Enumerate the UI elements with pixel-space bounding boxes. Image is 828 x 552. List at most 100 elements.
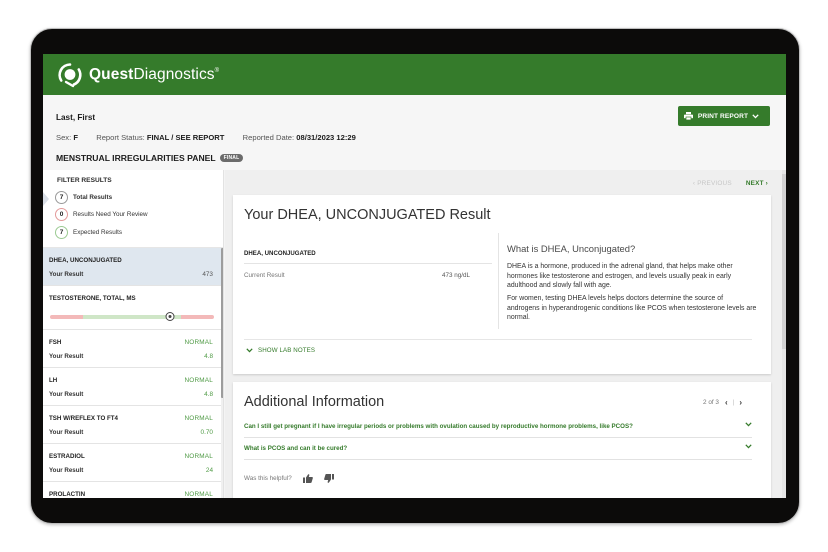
chevron-down-icon	[752, 113, 759, 119]
count-badge: 7	[55, 191, 68, 204]
range-marker	[165, 312, 175, 321]
current-result-value: 473 ng/dL	[442, 272, 471, 279]
result-value: 24	[205, 467, 213, 474]
divider	[244, 263, 492, 264]
test-name: DHEA, UNCONJUGATED	[244, 250, 316, 257]
result-name: LH	[49, 377, 58, 384]
divider	[244, 339, 752, 340]
next-label: NEXT	[745, 180, 764, 187]
result-value: 4.8	[204, 353, 213, 360]
filter-heading: FILTER RESULTS	[57, 177, 112, 184]
result-item-dhea[interactable]: DHEA, UNCONJUGATED Your Result 473	[43, 248, 221, 286]
result-label: Your Result	[49, 391, 84, 398]
filter-label: Expected Results	[73, 229, 123, 236]
logo-diagnostics: Diagnostics	[133, 66, 215, 83]
result-item-tsh[interactable]: TSH W/REFLEX TO FT4 NORMAL Your Result 0…	[43, 406, 221, 444]
what-is-title: What is DHEA, Unconjugated?	[507, 243, 636, 254]
show-lab-notes-toggle[interactable]: SHOW LAB NOTES	[246, 347, 315, 354]
patient-header: Last, First Sex: F Report Status: FINAL …	[43, 95, 786, 170]
result-navigation: ‹ PREVIOUS NEXT ›	[693, 180, 768, 187]
result-label: Your Result	[49, 429, 84, 436]
info-pager: 2 of 3 ‹ | ›	[703, 398, 742, 407]
what-is-paragraph: For women, testing DHEA levels helps doc…	[507, 295, 757, 322]
result-value: 4.8	[204, 391, 213, 398]
panel-title: MENSTRUAL IRREGULARITIES PANEL FINAL	[56, 153, 244, 163]
result-card-title: Your DHEA, UNCONJUGATED Result	[244, 207, 491, 223]
result-value: 473	[202, 271, 213, 278]
filter-total-results[interactable]: 7 Total Results	[55, 191, 112, 204]
result-item-fsh[interactable]: FSH NORMAL Your Result 4.8	[43, 330, 221, 368]
sex-value: F	[73, 133, 78, 142]
result-status: NORMAL	[184, 415, 213, 422]
result-status: NORMAL	[184, 491, 213, 498]
result-name: PROLACTIN	[49, 491, 86, 498]
chevron-down-icon	[745, 422, 752, 427]
result-name: TESTOSTERONE, TOTAL, MS	[49, 295, 136, 302]
additional-info-card: Additional Information 2 of 3 ‹ | › Can …	[233, 382, 771, 498]
result-item-testosterone[interactable]: TESTOSTERONE, TOTAL, MS	[43, 286, 221, 330]
sidebar-scrollbar[interactable]	[221, 248, 223, 498]
panel-title-text: MENSTRUAL IRREGULARITIES PANEL	[56, 153, 216, 163]
pager-separator: |	[732, 399, 735, 406]
pager-count: 2 of 3	[702, 399, 719, 406]
thumbs-up-icon	[302, 474, 313, 483]
sidebar-scroll-thumb[interactable]	[221, 248, 223, 398]
pager-next-button[interactable]: ›	[739, 398, 742, 407]
result-status: NORMAL	[184, 377, 213, 384]
chevron-down-icon	[246, 348, 253, 353]
print-report-label: PRINT REPORT	[697, 112, 749, 120]
active-filter-pointer	[43, 192, 49, 206]
show-lab-notes-label: SHOW LAB NOTES	[258, 347, 316, 354]
quest-logo[interactable]: QuestDiagnostics®	[57, 62, 219, 88]
top-bar: QuestDiagnostics®	[43, 54, 786, 95]
count-badge: 0	[55, 208, 68, 221]
patient-name: Last, First	[56, 113, 96, 122]
result-name: DHEA, UNCONJUGATED	[49, 257, 122, 264]
divider	[498, 233, 499, 329]
result-label: Your Result	[49, 271, 84, 278]
pager-prev-button[interactable]: ‹	[725, 398, 728, 407]
range-bar	[50, 312, 214, 321]
next-button[interactable]: NEXT ›	[746, 180, 768, 187]
result-name: TSH W/REFLEX TO FT4	[49, 415, 118, 422]
thumbs-up-button[interactable]	[302, 474, 313, 483]
faq-item[interactable]: Can I still get pregnant if I have irreg…	[244, 416, 752, 438]
what-is-paragraph: DHEA is a hormone, produced in the adren…	[507, 263, 733, 290]
filter-label: Results Need Your Review	[73, 211, 148, 218]
main-scroll-thumb[interactable]	[782, 174, 786, 349]
report-meta: Sex: F Report Status: FINAL / SEE REPORT…	[56, 133, 356, 142]
previous-button[interactable]: ‹ PREVIOUS	[693, 180, 732, 187]
main-scrollbar[interactable]	[782, 170, 786, 498]
filter-expected-results[interactable]: 7 Expected Results	[55, 226, 122, 239]
result-item-prolactin[interactable]: PROLACTIN NORMAL	[43, 482, 221, 498]
app-screen: QuestDiagnostics® Last, First Sex: F Rep…	[43, 54, 786, 498]
result-card: Your DHEA, UNCONJUGATED Result DHEA, UNC…	[233, 195, 771, 374]
filter-need-review[interactable]: 0 Results Need Your Review	[55, 208, 148, 221]
helpful-label: Was this helpful?	[244, 475, 292, 482]
chevron-down-icon	[745, 444, 752, 449]
results-sidebar: FILTER RESULTS 7 Total Results 0 Results…	[43, 170, 224, 498]
results-list: DHEA, UNCONJUGATED Your Result 473 TESTO…	[43, 248, 221, 498]
result-name: ESTRADIOL	[49, 453, 85, 460]
print-report-button[interactable]: PRINT REPORT	[678, 106, 770, 126]
result-label: Your Result	[49, 467, 84, 474]
status-badge: FINAL	[219, 154, 244, 162]
additional-info-title: Additional Information	[244, 394, 385, 410]
result-status: NORMAL	[184, 339, 213, 346]
result-status: NORMAL	[184, 453, 213, 460]
count-badge: 7	[55, 226, 68, 239]
logo-quest: Quest	[89, 66, 134, 83]
faq-question: What is PCOS and can it be cured?	[244, 445, 348, 452]
filter-label: Total Results	[73, 194, 113, 201]
thumbs-down-icon	[323, 474, 334, 483]
faq-item[interactable]: What is PCOS and can it be cured?	[244, 438, 752, 460]
status-label: Report Status:	[96, 133, 145, 142]
logo-wordmark: QuestDiagnostics®	[89, 66, 219, 84]
thumbs-down-button[interactable]	[323, 474, 334, 483]
faq-question: Can I still get pregnant if I have irreg…	[244, 423, 633, 430]
filter-results: FILTER RESULTS 7 Total Results 0 Results…	[43, 170, 223, 248]
current-result-label: Current Result	[244, 272, 285, 279]
result-item-lh[interactable]: LH NORMAL Your Result 4.8	[43, 368, 221, 406]
result-item-estradiol[interactable]: ESTRADIOL NORMAL Your Result 24	[43, 444, 221, 482]
helpful-feedback: Was this helpful?	[244, 474, 334, 483]
